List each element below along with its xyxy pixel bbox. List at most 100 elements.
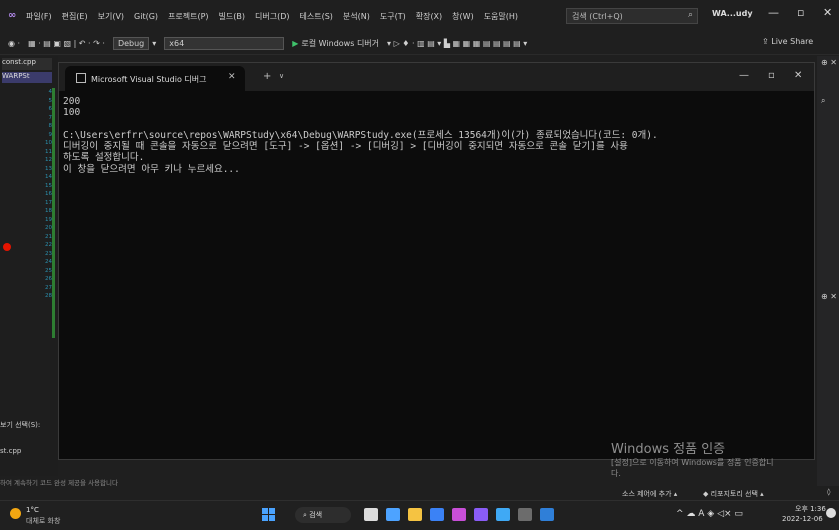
line-number: 17: [45, 199, 52, 206]
view-select-label[interactable]: 보기 선택(S):: [0, 420, 40, 430]
line-number: 6: [48, 106, 53, 112]
system-tray[interactable]: ^ ☁ A ◈ ◁× ▭: [676, 509, 743, 519]
right-tool-panel: ⊕ ✕ ⌕ ⊕ ✕: [817, 56, 839, 486]
change-marker-bar: [52, 88, 55, 338]
console-line: 하도록 설정합니다.: [63, 152, 145, 164]
menu-item-0[interactable]: 파일(F): [26, 11, 52, 22]
menu-item-1[interactable]: 편집(E): [62, 11, 88, 22]
run-debugger-button[interactable]: 로컬 Windows 디버거: [301, 38, 379, 49]
line-number: 28: [45, 293, 52, 299]
live-share-button[interactable]: ⇪ Live Share: [762, 37, 813, 46]
menu-item-8[interactable]: 분석(N): [343, 11, 370, 22]
bell-icon[interactable]: ◊: [827, 488, 830, 496]
chrome-icon[interactable]: [496, 508, 510, 521]
console-close-icon[interactable]: ✕: [794, 70, 802, 81]
widgets-icon[interactable]: [386, 508, 400, 521]
search-icon[interactable]: ⌕: [821, 96, 825, 106]
project-tab[interactable]: WARPSt: [2, 72, 52, 83]
maximize-icon[interactable]: ▫: [797, 6, 804, 19]
line-number: 5: [48, 97, 53, 104]
config-select[interactable]: Debug: [112, 36, 150, 50]
minimize-icon[interactable]: —: [768, 6, 779, 19]
line-number: 20: [45, 225, 52, 231]
console-title-bar: Microsoft Visual Studio 디버그 ✕ + ∨ — ▫ ✕: [59, 63, 814, 91]
vs-search-box[interactable]: 검색 (Ctrl+Q) ⌕: [566, 8, 698, 24]
toolbar-icons-2[interactable]: ▾ ▷ ♦ · ▥ ▤ ▾ ▙ ▦ ▦ ▦ ▤ ▤ ▤ ▤ ▾: [387, 39, 527, 48]
line-number: 24: [45, 259, 52, 265]
line-number: 16: [45, 191, 52, 197]
clock-time[interactable]: 오후 1:36: [795, 504, 826, 514]
solution-name: WA...udy: [712, 9, 753, 18]
run-icon[interactable]: ▶: [292, 39, 298, 48]
console-tab[interactable]: Microsoft Visual Studio 디버그 ✕: [65, 66, 245, 91]
console-line: C:\Users\erfrr\source\repos\WARPStudy\x6…: [63, 129, 658, 141]
edge-icon[interactable]: [430, 508, 444, 521]
line-number: 15: [45, 182, 52, 189]
chevron-down-icon: ▾: [152, 38, 157, 48]
console-line: 200: [63, 96, 81, 107]
notification-icon[interactable]: [826, 508, 836, 518]
console-scrollbar[interactable]: [808, 93, 813, 458]
platform-select[interactable]: x64: [164, 36, 285, 50]
console-line: 100: [63, 107, 81, 119]
start-button[interactable]: [262, 508, 276, 522]
menu-item-3[interactable]: Git(G): [134, 12, 158, 21]
line-number: 21: [45, 233, 52, 240]
weather-icon[interactable]: [10, 508, 21, 519]
vs-status-bar: 소스 제어에 추가 ▴ ◆ 리포지토리 선택 ▴ ◊: [0, 486, 839, 500]
line-number: 11: [45, 148, 52, 155]
taskbar-search[interactable]: ⌕ 검색: [295, 507, 351, 523]
console-line: 디버깅이 중지될 때 콘솔을 자동으로 닫으려면 [도구] -> [옵션] ->…: [63, 141, 628, 153]
console-line: 이 창을 닫으려면 아무 키나 누르세요...: [63, 163, 240, 175]
menu-item-12[interactable]: 도움말(H): [484, 11, 518, 22]
line-number: 27: [45, 284, 52, 291]
share-icon: ⇪: [762, 37, 772, 46]
clock-date[interactable]: 2022-12-06: [782, 515, 823, 523]
file-explorer-icon[interactable]: [408, 508, 422, 521]
menu-item-2[interactable]: 보기(V): [98, 11, 124, 22]
pin-icon-2[interactable]: ⊕ ✕: [821, 292, 837, 301]
file-tab-const-cpp[interactable]: const.cpp: [2, 58, 52, 70]
weather-description[interactable]: 대체로 화창: [26, 516, 60, 526]
terminal-icon: [76, 73, 86, 83]
visual-studio-logo-icon[interactable]: ∞: [8, 10, 20, 22]
weather-temperature[interactable]: 1°C: [26, 506, 39, 514]
menu-item-7[interactable]: 테스트(S): [300, 11, 333, 22]
menu-item-4[interactable]: 프로젝트(P): [168, 11, 209, 22]
new-tab-icon[interactable]: +: [263, 71, 271, 82]
chevron-down-icon[interactable]: ∨: [279, 72, 284, 80]
activation-watermark-line2: 다.: [611, 469, 621, 478]
file-label[interactable]: st.cpp: [0, 447, 21, 455]
menu-item-5[interactable]: 빌드(B): [219, 11, 245, 22]
add-to-source-control-button[interactable]: 소스 제어에 추가 ▴: [622, 489, 677, 499]
line-number: 13: [45, 165, 52, 172]
close-icon[interactable]: ✕: [823, 6, 832, 19]
console-output[interactable]: 200 100 C:\Users\erfrr\source\repos\WARPS…: [63, 96, 808, 175]
back-icon[interactable]: ◉ ·: [8, 39, 20, 48]
store-icon[interactable]: [452, 508, 466, 521]
menu-item-10[interactable]: 확장(X): [416, 11, 442, 22]
line-number: 22: [45, 242, 52, 248]
pin-icon[interactable]: ⊕ ✕: [821, 58, 837, 67]
line-number: 26: [45, 276, 52, 282]
menu-item-6[interactable]: 디버그(D): [255, 11, 289, 22]
search-icon: ⌕: [687, 10, 693, 20]
task-view-icon[interactable]: [364, 508, 378, 521]
line-number: 12: [45, 157, 52, 163]
menu-item-9[interactable]: 도구(T): [380, 11, 406, 22]
line-number: 7: [48, 114, 53, 121]
console-tab-title: Microsoft Visual Studio 디버그: [91, 75, 207, 84]
toolbar-icons[interactable]: ▦ · ▤ ▣ ▧ | ↶ · ↷ ·: [28, 39, 105, 48]
console-minimize-icon[interactable]: —: [739, 70, 749, 81]
select-repository-button[interactable]: ◆ 리포지토리 선택 ▴: [703, 489, 764, 499]
line-number: 4: [48, 89, 53, 95]
mail-icon[interactable]: [540, 508, 554, 521]
console-window[interactable]: Microsoft Visual Studio 디버그 ✕ + ∨ — ▫ ✕ …: [58, 62, 815, 460]
terminal-app-icon[interactable]: [518, 508, 532, 521]
vscode-icon[interactable]: [474, 508, 488, 521]
line-number: 10: [45, 140, 52, 146]
menu-item-11[interactable]: 창(W): [452, 11, 474, 22]
close-tab-icon[interactable]: ✕: [228, 72, 236, 82]
breakpoint-icon[interactable]: [3, 243, 11, 251]
console-maximize-icon[interactable]: ▫: [768, 70, 775, 81]
